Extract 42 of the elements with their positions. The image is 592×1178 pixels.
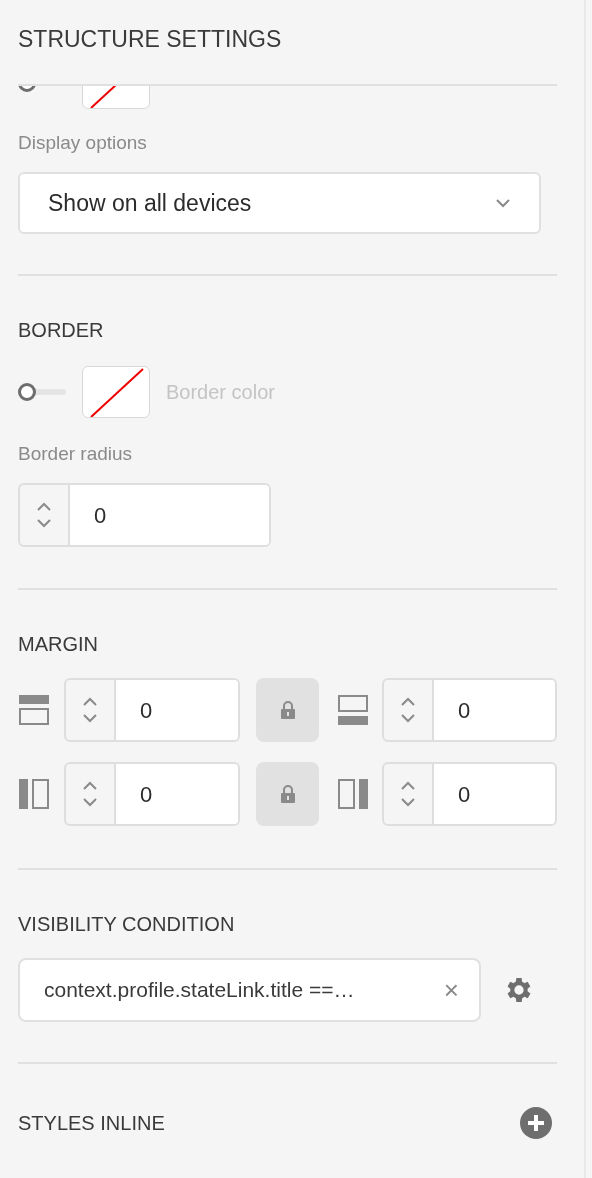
bottom-margin-icon: [337, 694, 369, 726]
number-value: 0: [458, 780, 471, 809]
lock-icon: [279, 785, 296, 803]
number-value: 0: [140, 780, 153, 809]
section-heading: MARGIN: [18, 634, 99, 654]
field-label: Border radius: [18, 444, 134, 463]
decrement-icon[interactable]: [82, 797, 98, 807]
increment-icon[interactable]: [400, 697, 416, 707]
section-heading: STYLES INLINE: [18, 1113, 165, 1133]
decrement-icon[interactable]: [400, 713, 416, 723]
section-heading: BORDER: [18, 320, 105, 340]
toggle-switch[interactable]: [18, 383, 66, 401]
decrement-icon[interactable]: [400, 797, 416, 807]
increment-icon[interactable]: [36, 502, 52, 512]
condition-value: context.profile.stateLink.title ==…: [44, 977, 355, 1004]
increment-icon[interactable]: [82, 697, 98, 707]
increment-icon[interactable]: [82, 781, 98, 791]
number-stepper-field[interactable]: 0: [382, 678, 557, 742]
panel-title: STRUCTURE SETTINGS: [18, 25, 283, 54]
no-color-swatch[interactable]: [82, 366, 150, 418]
dropdown[interactable]: Show on all devices: [18, 172, 541, 234]
number-stepper-field[interactable]: 0: [18, 483, 271, 547]
lock-icon: [279, 701, 296, 719]
left-margin-icon: [18, 778, 50, 810]
number-stepper-field[interactable]: 0: [64, 762, 240, 826]
lock-button[interactable]: [256, 762, 319, 826]
section-heading: VISIBILITY CONDITION: [18, 914, 236, 934]
lock-button[interactable]: [256, 678, 319, 742]
number-value: 0: [140, 696, 153, 725]
right-margin-icon: [337, 778, 369, 810]
decrement-icon[interactable]: [36, 518, 52, 528]
field-label: Display options: [18, 133, 148, 152]
number-stepper-field[interactable]: 0: [64, 678, 240, 742]
number-value: 0: [94, 501, 107, 530]
number-value: 0: [458, 696, 471, 725]
condition-field[interactable]: context.profile.stateLink.title ==… ×: [18, 958, 481, 1022]
chevron-down-icon: [495, 198, 511, 208]
add-icon[interactable]: [519, 1106, 553, 1140]
top-margin-icon: [18, 694, 50, 726]
increment-icon[interactable]: [400, 781, 416, 791]
decrement-icon[interactable]: [82, 713, 98, 723]
number-stepper-field[interactable]: 0: [382, 762, 557, 826]
